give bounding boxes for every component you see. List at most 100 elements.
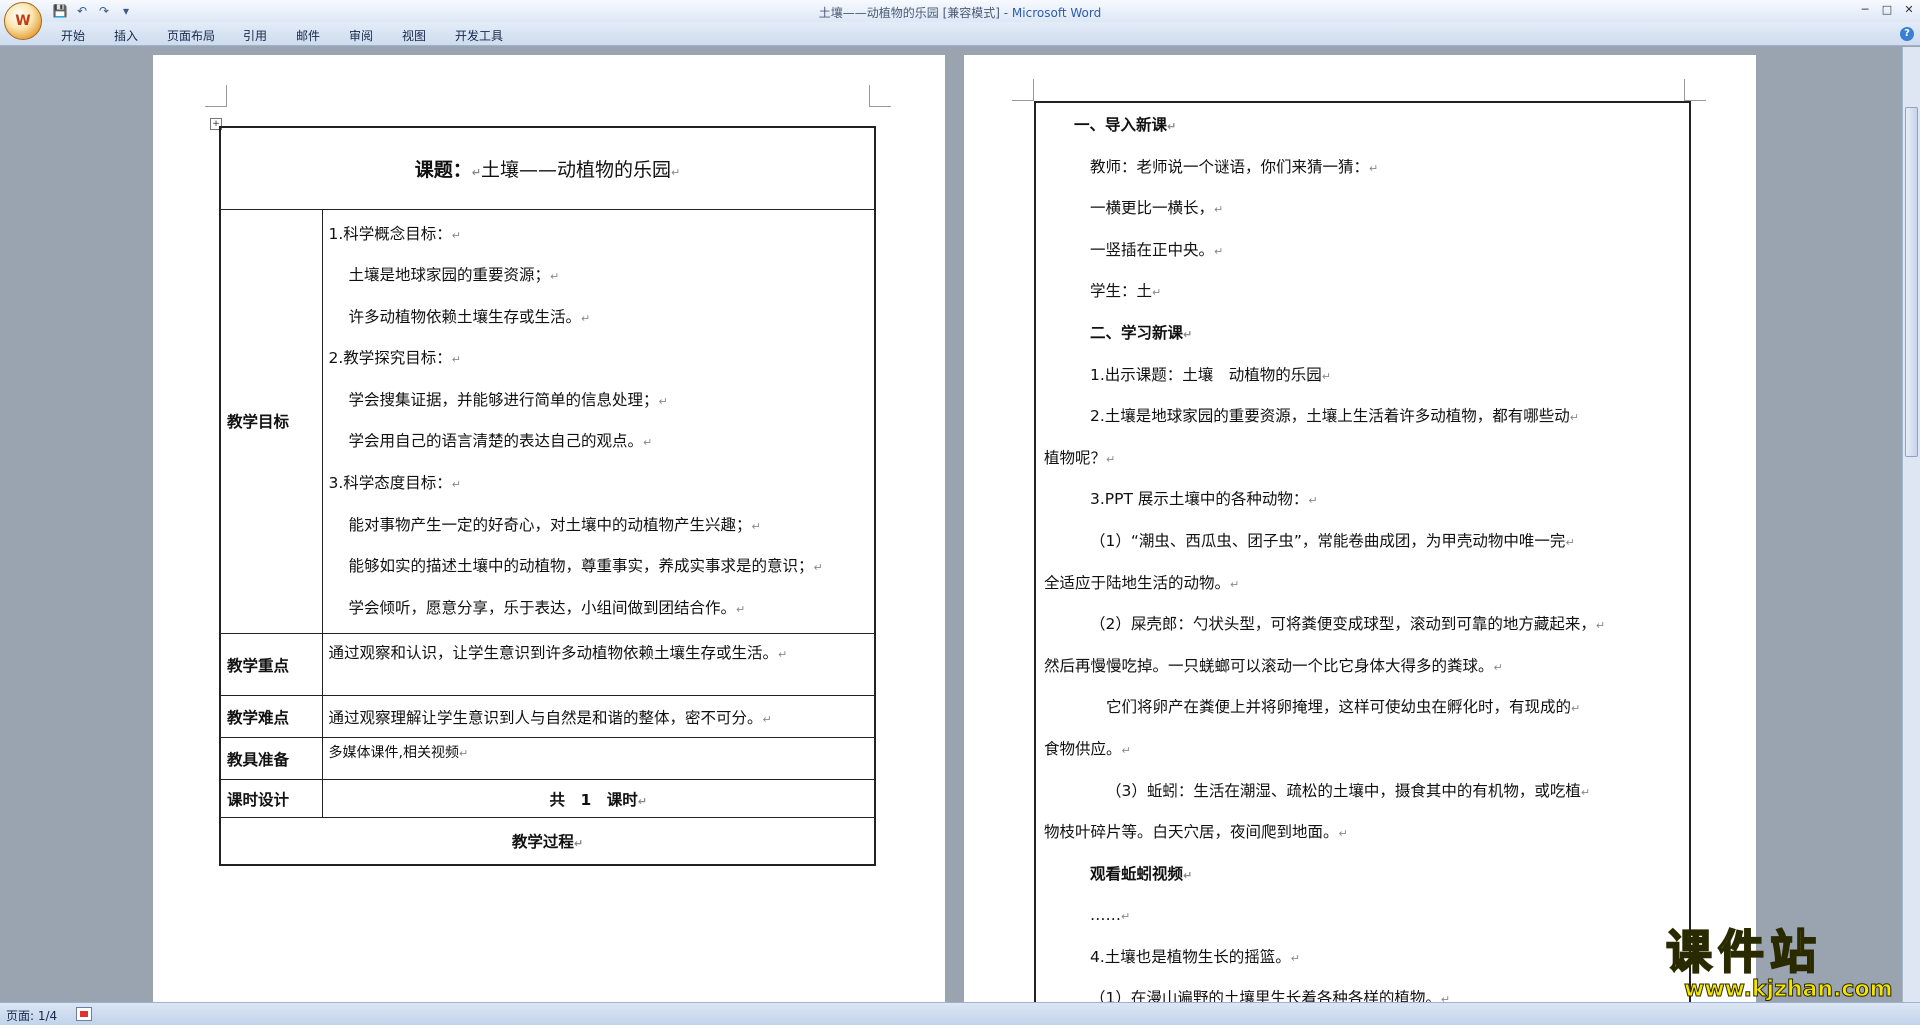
watermark-logo: 课件站 www.kjzhan.com (1665, 924, 1902, 1003)
paragraph-mark-icon: ↵ (1493, 660, 1503, 674)
paragraph-mark-icon: ↵ (1338, 827, 1348, 841)
watermark-url: www.kjzhan.com (1684, 977, 1894, 1002)
process-line: 一横更比一横长，↵ (1090, 199, 1224, 218)
process-line: 学生：土↵ (1090, 282, 1162, 301)
paragraph-mark-icon: ↵ (1121, 910, 1131, 924)
paragraph-mark-icon: ↵ (451, 228, 462, 242)
paragraph-mark-icon: ↵ (813, 561, 823, 575)
tab-developer[interactable]: 开发工具 (455, 27, 503, 44)
paragraph-mark-icon: ↵ (1569, 411, 1580, 425)
paragraph-mark-icon: ↵ (1214, 203, 1224, 217)
document-area: + 课题：↵土壤——动植物的乐园↵ 教学目标 1.科学概念目标：↵ 土壤是地球家… (0, 47, 1902, 1002)
process-line: 4.土壤也是植物生长的摇篮。↵ (1090, 947, 1301, 966)
window-title-app: Microsoft Word (1011, 6, 1102, 20)
paragraph-mark-icon: ↵ (1440, 993, 1451, 1002)
heading-cell: 课题：↵土壤——动植物的乐园↵ (219, 126, 876, 210)
goals-label: 教学目标 (219, 208, 323, 635)
difficulty-cell: 通过观察理解让学生意识到人与自然是和谐的整体，密不可分。↵ (321, 695, 876, 739)
paragraph-mark-icon: ↵ (1369, 161, 1379, 175)
hours-value: 共 1 课时↵ (549, 790, 647, 809)
tools-value: 多媒体课件,相关视频↵ (328, 745, 469, 762)
status-page-number[interactable]: 页面: 1/4 (6, 1007, 57, 1024)
tab-references[interactable]: 引用 (243, 27, 267, 44)
hours-label: 课时设计 (219, 779, 323, 819)
difficulty-value: 通过观察理解让学生意识到人与自然是和谐的整体，密不可分。↵ (328, 708, 772, 727)
paragraph-mark-icon: ↵ (458, 747, 469, 761)
paragraph-mark-icon: ↵ (1290, 951, 1301, 965)
paragraph-mark-icon: ↵ (451, 353, 462, 367)
goal-line: 能对事物产生一定的好奇心，对土壤中的动植物产生兴趣；↵ (348, 515, 761, 534)
tab-mailings[interactable]: 邮件 (296, 27, 320, 44)
page-1: + 课题：↵土壤——动植物的乐园↵ 教学目标 1.科学概念目标：↵ 土壤是地球家… (153, 55, 945, 1002)
paragraph-mark-icon: ↵ (762, 712, 772, 726)
tab-view[interactable]: 视图 (402, 27, 426, 44)
tools-label: 教具准备 (219, 737, 323, 781)
heading-label: 课题：↵ (414, 158, 481, 181)
crop-mark (205, 85, 227, 107)
paragraph-mark-icon: ↵ (736, 602, 746, 616)
process-line: 教师：老师说一个谜语，你们来猜一猜：↵ (1090, 157, 1379, 176)
tools-cell: 多媒体课件,相关视频↵ (321, 737, 876, 781)
process-line: 一、导入新课↵ (1074, 116, 1177, 134)
minimize-icon[interactable]: ─ (1854, 2, 1876, 18)
goal-line: 学会搜集证据，并能够进行简单的信息处理；↵ (348, 390, 668, 409)
crop-mark (1684, 79, 1706, 101)
close-icon[interactable]: ✕ (1898, 2, 1920, 18)
difficulty-label: 教学难点 (219, 695, 323, 739)
office-button[interactable]: W (4, 2, 42, 40)
paragraph-mark-icon: ↵ (471, 165, 481, 179)
paragraph-mark-icon: ↵ (1580, 785, 1591, 799)
paragraph-mark-icon: ↵ (1595, 619, 1606, 633)
process-line: 观看蚯蚓视频↵ (1090, 864, 1193, 883)
watermark-main: 课件站 (1665, 924, 1822, 980)
process-line: 它们将卵产在粪便上并将卵掩埋，这样可使幼虫在孵化时，有现成的↵ (1106, 698, 1581, 717)
scrollbar-thumb[interactable] (1905, 107, 1918, 457)
lesson-process-frame: 一、导入新课↵ 教师：老师说一个谜语，你们来猜一猜：↵ 一横更比一横长，↵ 一竖插在正… (1034, 101, 1691, 1002)
lesson-process-body: 一、导入新课↵ 教师：老师说一个谜语，你们来猜一猜：↵ 一横更比一横长，↵ 一竖插在正… (1044, 105, 1689, 1002)
paragraph-mark-icon: ↵ (451, 478, 462, 492)
tab-home[interactable]: 开始 (61, 27, 85, 44)
key-points-label: 教学重点 (219, 633, 323, 697)
paragraph-mark-icon: ↵ (671, 165, 681, 179)
paragraph-mark-icon: ↵ (751, 519, 761, 533)
tab-insert[interactable]: 插入 (114, 27, 138, 44)
goal-line: 学会倾听，愿意分享，乐于表达，小组间做到团结合作。↵ (348, 598, 746, 617)
office-logo-icon: W (15, 13, 31, 29)
paragraph-mark-icon: ↵ (643, 436, 653, 450)
goal-line: 2.教学探究目标：↵ (328, 349, 462, 368)
paragraph-mark-icon: ↵ (550, 270, 560, 284)
window-title-doc: 土壤——动植物的乐园 [兼容模式] - (818, 6, 1012, 20)
paragraph-mark-icon: ↵ (1571, 702, 1581, 716)
status-bar: 页面: 1/4 (0, 1002, 1920, 1025)
goals-cell: 1.科学概念目标：↵ 土壤是地球家园的重要资源；↵ 许多动植物依赖土壤生存或生活… (321, 208, 876, 635)
process-cell: 教学过程↵ (219, 817, 876, 866)
maximize-icon[interactable]: □ (1876, 2, 1898, 18)
paragraph-mark-icon: ↵ (1183, 327, 1193, 341)
hours-cell: 共 1 课时↵ (321, 779, 876, 819)
crop-mark (869, 85, 891, 107)
tab-page-layout[interactable]: 页面布局 (167, 27, 215, 44)
goal-line: 学会用自己的语言清楚的表达自己的观点。↵ (348, 432, 653, 451)
paragraph-mark-icon: ↵ (1565, 535, 1575, 549)
vertical-scrollbar[interactable] (1902, 47, 1920, 1002)
title-bar: W 💾 ↶ ↷ ▾ 土壤——动植物的乐园 [兼容模式] - Microsoft … (0, 0, 1920, 40)
process-line: 物枝叶碎片等。白天穴居，夜间爬到地面。↵ (1044, 823, 1348, 842)
lesson-plan-table: 课题：↵土壤——动植物的乐园↵ 教学目标 1.科学概念目标：↵ 土壤是地球家园的… (219, 126, 876, 866)
help-icon[interactable]: ? (1900, 27, 1914, 41)
process-line: 1.出示课题：土壤 动植物的乐园↵ (1090, 365, 1332, 384)
paragraph-mark-icon: ↵ (1214, 244, 1224, 258)
tab-review[interactable]: 审阅 (349, 27, 373, 44)
paragraph-mark-icon: ↵ (1308, 494, 1318, 508)
process-line: （2）屎壳郎：勺状头型，可将粪便变成球型，滚动到可靠的地方藏起来，↵ (1090, 615, 1606, 634)
process-line: 植物呢？↵ (1044, 448, 1116, 467)
process-line: 食物供应。↵ (1044, 739, 1131, 758)
proofing-status-icon[interactable] (76, 1007, 92, 1021)
process-line: 然后再慢慢吃掉。一只蜣螂可以滚动一个比它身体大得多的粪球。↵ (1044, 656, 1503, 675)
crop-mark (1012, 79, 1034, 101)
heading-value: 土壤——动植物的乐园↵ (481, 158, 681, 181)
process-line: ……↵ (1090, 906, 1131, 925)
goal-line: 土壤是地球家园的重要资源；↵ (348, 266, 560, 285)
paragraph-mark-icon: ↵ (1183, 868, 1193, 882)
process-line: 二、学习新课↵ (1090, 323, 1193, 342)
paragraph-mark-icon: ↵ (637, 794, 647, 808)
